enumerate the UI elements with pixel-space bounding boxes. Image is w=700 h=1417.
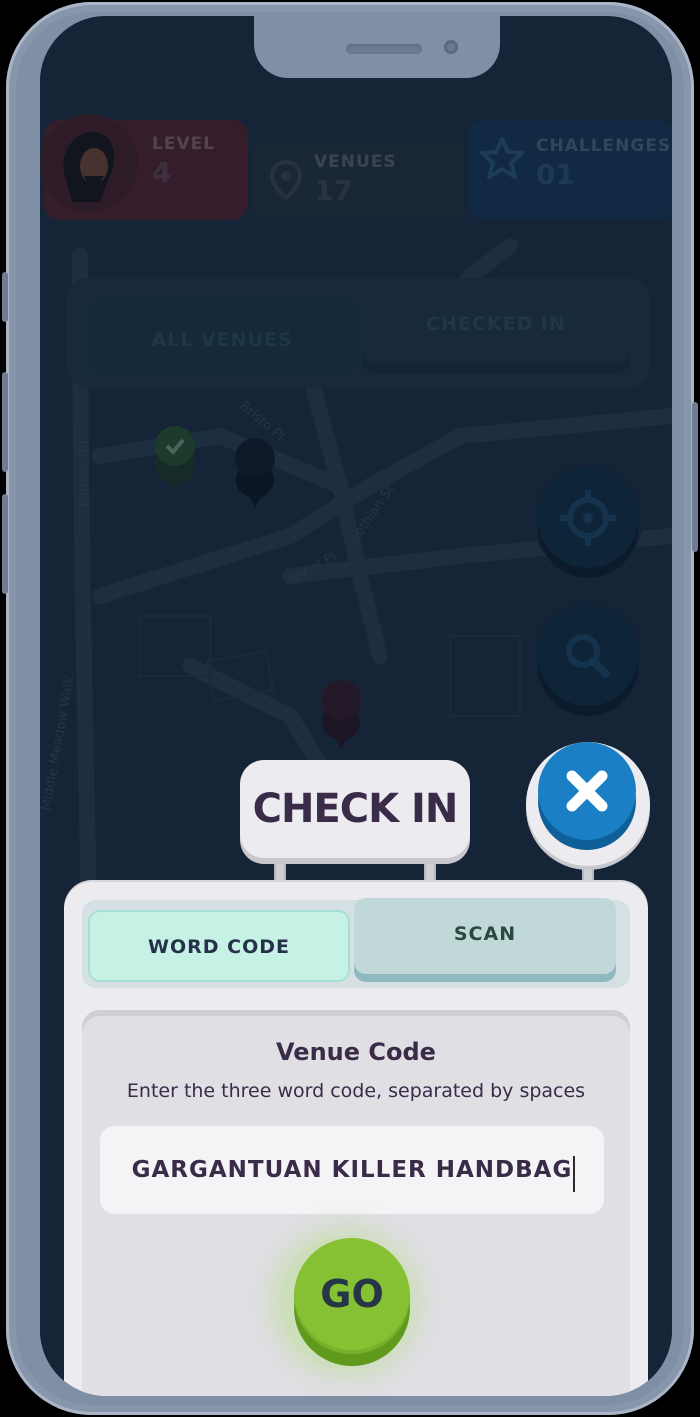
check-in-card: WORD CODE SCAN Venue Code Enter the thre… [64,882,648,1396]
front-camera [444,40,458,54]
close-icon [566,770,608,812]
notch [254,16,500,78]
volume-down-button [2,494,8,594]
power-button [692,402,698,552]
close-button[interactable] [538,742,636,840]
speaker [346,44,422,54]
tab-word-code[interactable]: WORD CODE [88,910,350,982]
volume-up-button [2,372,8,472]
venue-code-panel: Venue Code Enter the three word code, se… [82,1010,630,1396]
venue-code-instructions: Enter the three word code, separated by … [126,1080,586,1102]
title-post-left [274,860,286,884]
phone-frame: Forrest Rd Middle Meadow Walk Teviot Pl … [2,2,698,1415]
check-in-title: CHECK IN [240,760,470,858]
check-in-method-tabs: WORD CODE SCAN [82,898,630,988]
go-button[interactable]: GO [294,1238,410,1354]
mute-switch [2,272,8,322]
tab-scan[interactable]: SCAN [354,898,616,974]
venue-code-input[interactable] [100,1126,604,1214]
title-post-right [424,860,436,884]
screen: Forrest Rd Middle Meadow Walk Teviot Pl … [40,16,672,1396]
text-caret [573,1156,575,1192]
venue-code-title: Venue Code [276,1038,436,1066]
